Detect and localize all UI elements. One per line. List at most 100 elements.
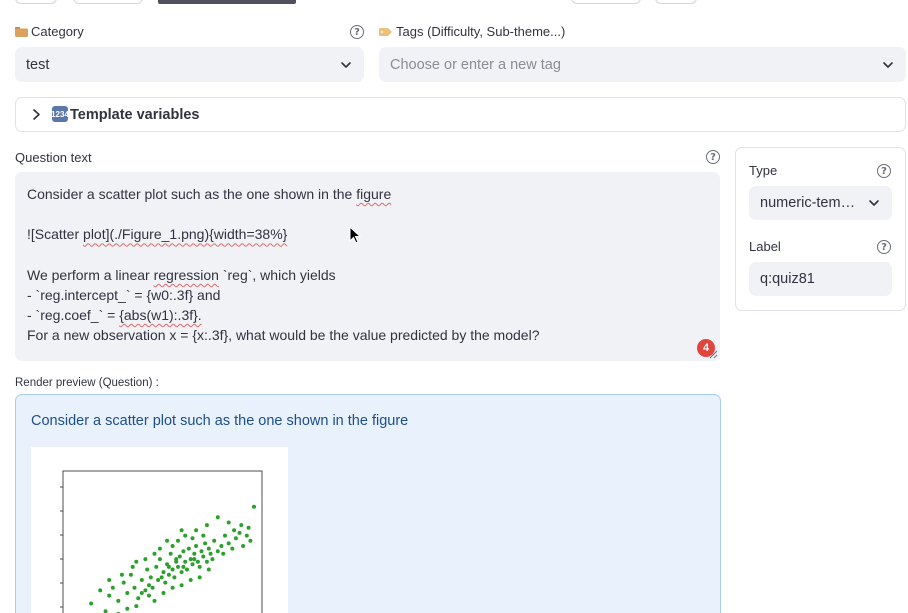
- action-button[interactable]: [571, 0, 641, 4]
- scatter-point: [139, 578, 144, 582]
- back-button[interactable]: [15, 0, 57, 4]
- scatter-point: [157, 546, 162, 551]
- scatter-point: [125, 606, 130, 611]
- scatter-plot: [60, 470, 263, 613]
- question-help-icon[interactable]: ?: [706, 150, 720, 164]
- scatter-point: [170, 544, 175, 548]
- scatter-point: [197, 575, 202, 580]
- spellcheck-flag: plot](./Figure_1.png){width=38%}: [83, 226, 288, 243]
- label-icon: [379, 27, 392, 36]
- category-help-icon[interactable]: ?: [350, 25, 364, 39]
- scatter-point: [152, 551, 157, 556]
- scatter-point: [233, 536, 238, 541]
- scatter-point: [199, 549, 204, 554]
- numbers-icon: 1234: [51, 106, 69, 122]
- scatter-point: [110, 585, 115, 590]
- scatter-point: [232, 528, 237, 533]
- scatter-point: [132, 585, 137, 590]
- scatter-point: [128, 572, 133, 577]
- label-value: q:quiz81: [760, 271, 815, 287]
- scatter-point: [103, 609, 108, 613]
- scatter-point: [107, 578, 112, 582]
- scatter-point: [130, 564, 135, 569]
- scatter-point: [230, 546, 235, 551]
- scatter-point: [98, 588, 103, 593]
- category-select[interactable]: test: [15, 47, 364, 82]
- scatter-point: [212, 538, 217, 543]
- scatter-point: [161, 570, 166, 575]
- scatter-point: [119, 572, 124, 577]
- scatter-point: [237, 530, 242, 535]
- chevron-down-icon: [883, 61, 893, 68]
- type-label: Type: [749, 163, 778, 178]
- type-select[interactable]: numeric-tem…: [749, 186, 892, 220]
- scatter-point: [170, 585, 175, 590]
- scatter-point: [157, 557, 162, 562]
- scatter-point: [156, 578, 161, 582]
- tags-label: Tags (Difficulty, Sub-theme...): [379, 24, 565, 39]
- scatter-point: [177, 554, 182, 559]
- scatter-point: [134, 559, 139, 564]
- scatter-point: [210, 557, 215, 562]
- scatter-point: [136, 596, 141, 601]
- template-variables-expander[interactable]: 1234 Template variables: [15, 97, 906, 132]
- folder-icon: [15, 27, 28, 37]
- scatter-point: [150, 585, 155, 590]
- question-line: [27, 204, 708, 224]
- scatter-point: [186, 546, 191, 551]
- scatter-point: [183, 533, 188, 538]
- scatter-point: [139, 591, 144, 595]
- scatter-point: [179, 528, 184, 533]
- scatter-point: [147, 593, 151, 598]
- scatter-point: [195, 559, 200, 564]
- scatter-point: [147, 583, 151, 588]
- scatter-point: [125, 591, 130, 595]
- scatter-point: [185, 567, 189, 572]
- scatter-plot-figure: [31, 447, 288, 613]
- resize-handle-icon[interactable]: [709, 350, 718, 359]
- label-input[interactable]: q:quiz81: [749, 262, 892, 296]
- render-preview-label: Render preview (Question) :: [15, 377, 159, 389]
- question-textarea[interactable]: Consider a scatter plot such as the one …: [15, 172, 720, 361]
- scatter-point: [159, 575, 164, 580]
- label-help-icon[interactable]: ?: [877, 240, 891, 254]
- chevron-down-icon: [341, 61, 351, 68]
- scatter-point: [194, 544, 199, 548]
- scatter-point: [148, 575, 153, 580]
- scatter-point: [89, 601, 94, 606]
- scatter-point: [208, 551, 213, 556]
- scatter-point: [170, 567, 175, 572]
- scatter-point: [204, 559, 209, 564]
- mouse-cursor-icon: [349, 226, 362, 244]
- scatter-point: [181, 564, 186, 569]
- spellcheck-flag: {abs(w1):.3f}.: [119, 307, 202, 324]
- type-value: numeric-tem…: [760, 195, 856, 211]
- scatter-point: [174, 557, 179, 562]
- scatter-point: [206, 546, 211, 551]
- scatter-point: [179, 570, 184, 575]
- question-line: [27, 245, 708, 265]
- category-value: test: [26, 56, 50, 73]
- page-title: [158, 0, 298, 4]
- question-line: - `reg.coef_` = {abs(w1):.3f}.: [27, 307, 202, 324]
- scatter-point: [116, 598, 121, 603]
- scatter-point: [241, 544, 246, 548]
- scatter-point: [252, 504, 256, 509]
- scatter-point: [154, 564, 159, 569]
- secondary-action-button[interactable]: [655, 0, 697, 4]
- scatter-point: [107, 593, 112, 598]
- scatter-point: [190, 562, 195, 567]
- scatter-point: [134, 604, 139, 609]
- scatter-point: [121, 580, 126, 585]
- chevron-right-icon: [33, 109, 40, 120]
- scatter-point: [188, 578, 193, 582]
- nav-button[interactable]: [73, 0, 143, 4]
- scatter-point: [201, 533, 206, 538]
- type-help-icon[interactable]: ?: [877, 164, 891, 178]
- scatter-point: [190, 536, 195, 541]
- spellcheck-flag: figure: [356, 186, 392, 202]
- scatter-point: [179, 583, 184, 588]
- scatter-point: [219, 544, 224, 548]
- tags-select[interactable]: Choose or enter a new tag: [379, 47, 906, 82]
- chevron-down-icon: [869, 200, 879, 206]
